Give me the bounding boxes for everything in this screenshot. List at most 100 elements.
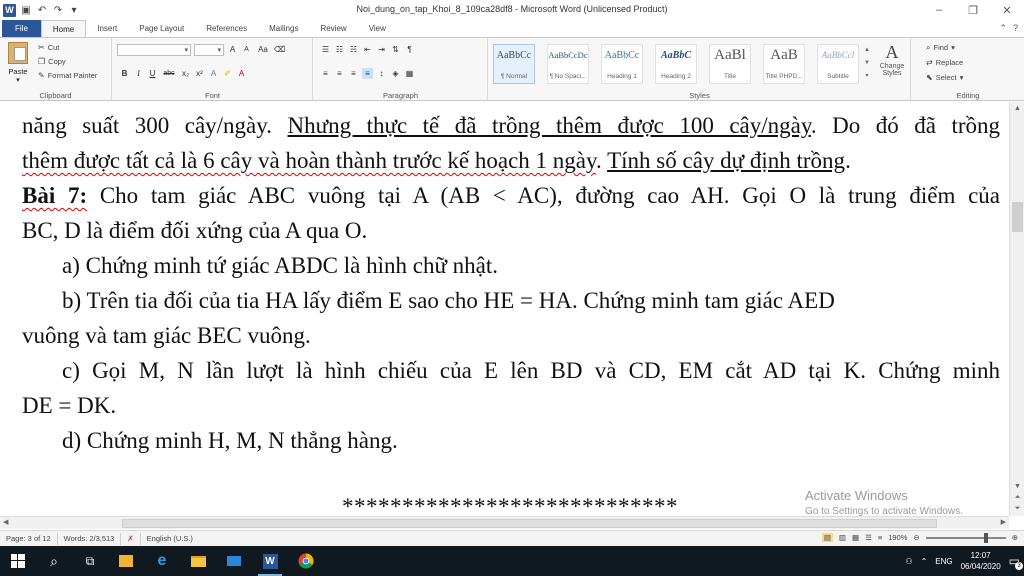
zoom-level[interactable]: 190%	[888, 533, 907, 542]
scroll-left-icon[interactable]: ◀	[3, 518, 8, 526]
subscript-button[interactable]: x₂	[180, 68, 191, 79]
tab-references[interactable]: References	[195, 20, 258, 37]
edge-icon[interactable]: e	[144, 546, 180, 576]
align-left-icon[interactable]: ≡	[320, 68, 331, 79]
collapse-ribbon-icon[interactable]: ⌃	[999, 23, 1007, 34]
style-subtitle[interactable]: AaBbCcl Subtitle	[817, 44, 859, 84]
tab-view[interactable]: View	[358, 20, 397, 37]
bullets-icon[interactable]: ☰	[320, 44, 331, 55]
task-view-icon[interactable]: ⧉	[72, 546, 108, 576]
line-spacing-icon[interactable]: ↕	[376, 68, 387, 79]
style-title[interactable]: AaBl Title	[709, 44, 751, 84]
styles-scroll[interactable]: ▲ ▼ ▾	[863, 44, 871, 84]
numbering-icon[interactable]: ☷	[334, 44, 345, 55]
font-name-combo[interactable]: ▾	[117, 43, 191, 56]
change-case-button[interactable]: Aa	[255, 44, 271, 55]
tab-review[interactable]: Review	[309, 20, 357, 37]
style-title-phpd[interactable]: AaB Title PHPD...	[763, 44, 805, 84]
paragraph-group: ☰ ☷ ☵ ⇤ ⇥ ⇅ ¶ ≡ ≡ ≡ ≡ ↕ ◈ ▦ Paragraph	[314, 38, 488, 101]
tab-file[interactable]: File	[2, 20, 41, 37]
start-button[interactable]	[0, 546, 36, 576]
store-icon[interactable]	[108, 546, 144, 576]
align-right-icon[interactable]: ≡	[348, 68, 359, 79]
file-explorer-icon[interactable]	[180, 546, 216, 576]
sort-icon[interactable]: ⇅	[390, 44, 401, 55]
zoom-slider-thumb[interactable]	[983, 532, 988, 543]
document-area[interactable]: năng suất 300 cây/ngày. Nhưng thực tế đã…	[0, 102, 1009, 516]
justify-icon[interactable]: ≡	[362, 68, 373, 79]
zoom-in-icon[interactable]: ⊕	[1012, 533, 1018, 542]
draft-icon[interactable]: ≡	[878, 533, 882, 542]
minimize-button[interactable]: –	[922, 0, 956, 20]
help-icon[interactable]: ?	[1013, 23, 1018, 34]
shrink-font-button[interactable]: A	[241, 44, 252, 55]
horizontal-scroll-thumb[interactable]	[122, 519, 937, 528]
scroll-up-icon[interactable]: ▲	[1010, 102, 1024, 114]
underline-button[interactable]: U	[147, 68, 158, 79]
mail-icon[interactable]	[216, 546, 252, 576]
borders-icon[interactable]: ▦	[404, 68, 415, 79]
tab-page-layout[interactable]: Page Layout	[128, 20, 195, 37]
select-button[interactable]: ⬉ Select ▾	[926, 72, 963, 83]
bold-button[interactable]: B	[119, 68, 130, 79]
strikethrough-button[interactable]: abc	[161, 68, 177, 79]
outline-icon[interactable]: ☰	[865, 533, 872, 542]
change-styles-button[interactable]: A Change Styles	[875, 42, 909, 77]
full-screen-icon[interactable]: ▥	[839, 533, 846, 542]
keyboard-language[interactable]: ENG	[935, 557, 952, 566]
scroll-right-icon[interactable]: ▶	[1001, 518, 1006, 526]
people-icon[interactable]: ⚇	[905, 557, 912, 566]
tab-home[interactable]: Home	[40, 20, 87, 37]
find-button[interactable]: ⌕ Find ▾	[926, 42, 955, 53]
zoom-out-icon[interactable]: ⊖	[913, 533, 919, 542]
replace-button[interactable]: ⇄ Replace	[926, 57, 963, 68]
proofing-status[interactable]: ✗	[121, 532, 141, 545]
close-button[interactable]: ✕	[990, 0, 1024, 20]
text-effects-icon[interactable]: A	[208, 68, 219, 79]
word-count[interactable]: Words: 2/3,513	[58, 532, 122, 545]
print-layout-icon[interactable]: ▤	[821, 533, 833, 542]
align-center-icon[interactable]: ≡	[334, 68, 345, 79]
style-heading-2[interactable]: AaBbC Heading 2	[655, 44, 697, 84]
superscript-button[interactable]: x²	[194, 68, 205, 79]
copy-button[interactable]: ❐ Copy	[38, 56, 66, 67]
notifications-icon[interactable]: ▭ 3	[1009, 554, 1023, 570]
italic-button[interactable]: I	[133, 68, 144, 79]
scroll-down-icon[interactable]: ▼	[1010, 480, 1024, 492]
zoom-slider[interactable]	[925, 532, 1006, 543]
decrease-indent-icon[interactable]: ⇤	[362, 44, 373, 55]
chrome-icon[interactable]	[288, 546, 324, 576]
page-count[interactable]: Page: 3 of 12	[0, 532, 58, 545]
vertical-scroll-thumb[interactable]	[1012, 202, 1023, 232]
web-layout-icon[interactable]: ▦	[852, 533, 859, 542]
horizontal-scrollbar[interactable]: ◀ ▶	[0, 516, 1009, 529]
style-normal[interactable]: AaBbCc ¶ Normal	[493, 44, 535, 84]
style-no-spacing[interactable]: AaBbCcDc ¶ No Spaci...	[547, 44, 589, 84]
tab-insert[interactable]: Insert	[86, 20, 128, 37]
multilevel-list-icon[interactable]: ☵	[348, 44, 359, 55]
tab-mailings[interactable]: Mailings	[258, 20, 309, 37]
highlight-icon[interactable]: ✐	[222, 68, 233, 79]
restore-button[interactable]: ❐	[956, 0, 990, 20]
language-indicator[interactable]: English (U.S.)	[141, 533, 199, 545]
paste-button[interactable]: Paste ▾	[4, 42, 32, 84]
font-size-combo[interactable]: ▾	[194, 43, 224, 56]
show-marks-icon[interactable]: ¶	[404, 44, 415, 55]
clock[interactable]: 12:07 06/04/2020	[961, 550, 1001, 572]
word-taskbar-icon[interactable]: W	[252, 546, 288, 576]
search-icon[interactable]: ⌕	[36, 546, 72, 576]
document-text[interactable]: năng suất 300 cây/ngày. Nhưng thực tế đã…	[22, 108, 1000, 458]
format-painter-button[interactable]: ✎ Format Painter	[38, 70, 97, 81]
font-color-icon[interactable]: A	[236, 68, 247, 79]
next-page-icon[interactable]: ⏷	[1010, 503, 1024, 515]
tray-overflow-icon[interactable]: ⌃	[921, 557, 928, 566]
shading-icon[interactable]: ◈	[390, 68, 401, 79]
cut-button[interactable]: ✂ Cut	[38, 42, 59, 53]
text-run: Cho tam giác ABC vuông tại A (AB < AC), …	[87, 183, 1000, 208]
style-sample: AaBbCcDc	[548, 50, 588, 60]
clear-formatting-icon[interactable]: ⌫	[274, 44, 285, 55]
increase-indent-icon[interactable]: ⇥	[376, 44, 387, 55]
style-heading-1[interactable]: AaBbCc Heading 1	[601, 44, 643, 84]
vertical-scrollbar[interactable]: ▲ ▼ ⏶ ⏷	[1009, 102, 1024, 516]
grow-font-button[interactable]: A	[227, 44, 238, 55]
